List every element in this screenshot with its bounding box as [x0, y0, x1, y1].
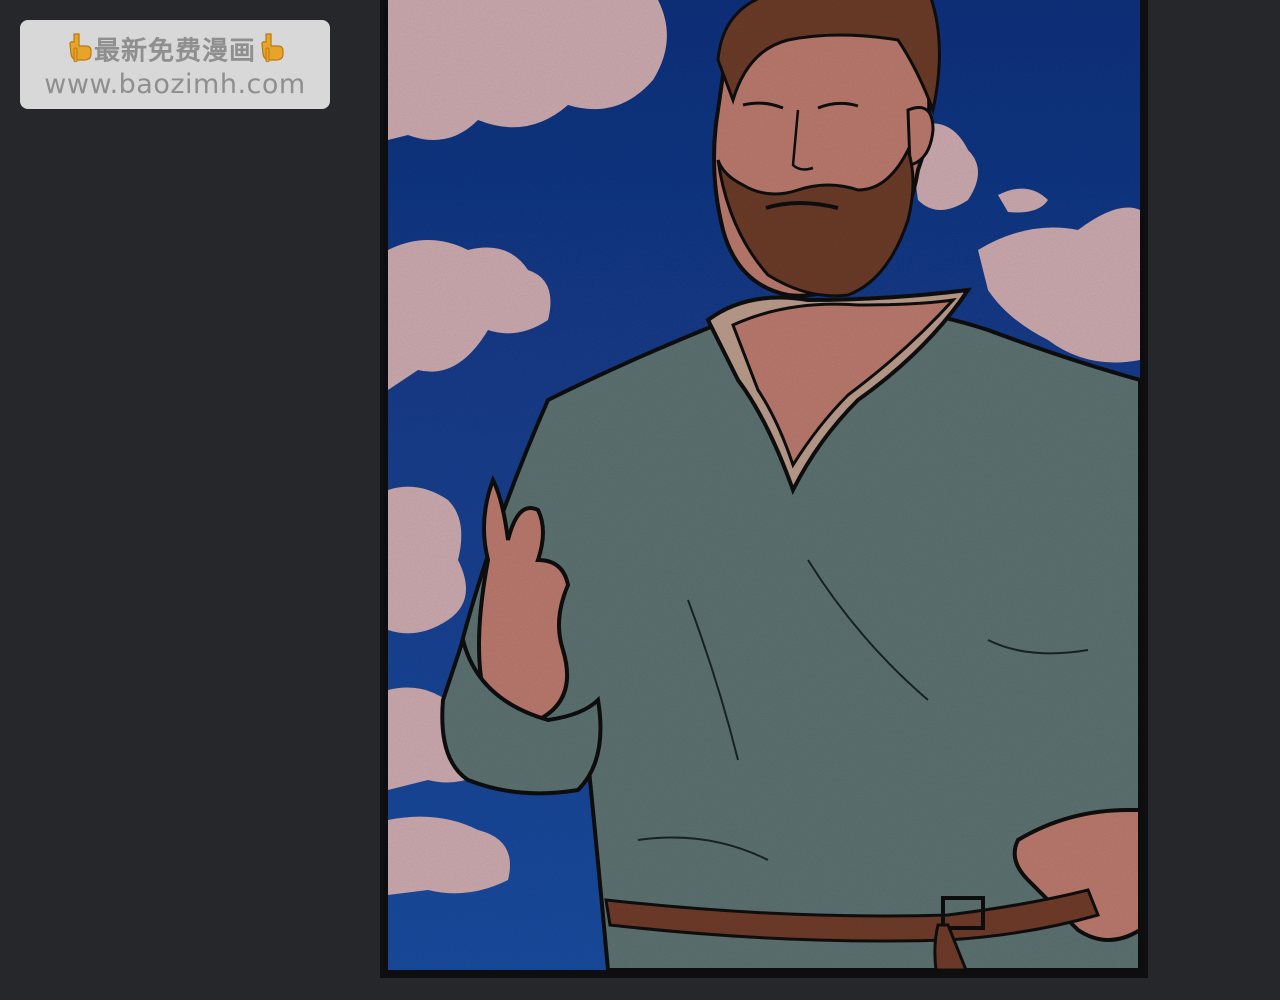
- comic-panel-image: [388, 0, 1140, 970]
- bearded-man-illustration: [388, 0, 1140, 970]
- pointing-down-hand-icon: [258, 32, 284, 72]
- watermark-url[interactable]: www.baozimh.com: [20, 68, 330, 102]
- pointing-down-hand-icon: [66, 32, 92, 72]
- watermark-promo-text: 最新免费漫画: [93, 36, 256, 67]
- watermark-promo-line: 最新免费漫画: [20, 32, 330, 68]
- site-watermark[interactable]: 最新免费漫画 www.baozimh.com: [20, 20, 330, 109]
- comic-viewer: 最新免费漫画 www.baozimh.com: [0, 0, 1280, 1000]
